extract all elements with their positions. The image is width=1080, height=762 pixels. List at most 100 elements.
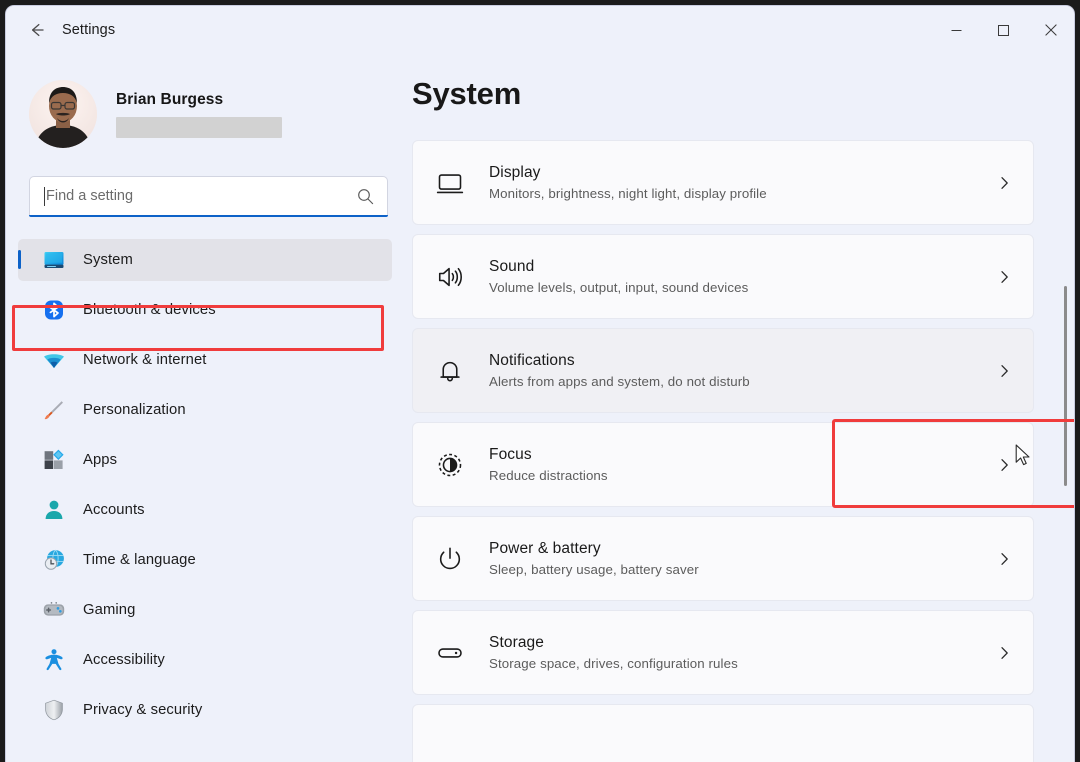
account-text: Brian Burgess: [116, 91, 282, 138]
card-subtitle: Sleep, battery usage, battery saver: [489, 562, 699, 577]
settings-card-partial[interactable]: [412, 704, 1034, 762]
focus-target-icon: [435, 450, 465, 480]
gamepad-icon: [42, 598, 66, 622]
chevron-right-icon[interactable]: [996, 268, 1013, 285]
scrollbar-thumb[interactable]: [1064, 286, 1067, 486]
card-text: Storage Storage space, drives, configurat…: [489, 634, 738, 671]
account-block[interactable]: Brian Burgess: [29, 77, 410, 151]
card-title: Power & battery: [489, 540, 699, 558]
minimize-icon: [951, 25, 962, 36]
settings-card-sound[interactable]: Sound Volume levels, output, input, sound…: [412, 234, 1034, 319]
settings-card-notifications[interactable]: Notifications Alerts from apps and system…: [412, 328, 1034, 413]
apps-grid-icon: [42, 448, 66, 472]
maximize-button[interactable]: [980, 6, 1027, 54]
sidebar-item-label: Accounts: [83, 502, 145, 518]
text-caret: [44, 187, 45, 206]
avatar: [29, 80, 97, 148]
sidebar-item-system[interactable]: System: [18, 239, 392, 281]
sidebar-item-label: Apps: [83, 452, 117, 468]
card-text: Notifications Alerts from apps and system…: [489, 352, 750, 389]
sidebar-item-accounts[interactable]: Accounts: [18, 489, 392, 531]
card-title: Display: [489, 164, 767, 182]
sidebar-item-label: Time & language: [83, 552, 196, 568]
sidebar-item-label: Gaming: [83, 602, 135, 618]
card-subtitle: Storage space, drives, configuration rul…: [489, 656, 738, 671]
main-pane: System Display Monitors, brightness, nigh…: [410, 54, 1074, 762]
paintbrush-icon: [42, 398, 66, 422]
card-title: Focus: [489, 446, 608, 464]
person-icon: [42, 498, 66, 522]
app-title: Settings: [62, 22, 115, 38]
close-button[interactable]: [1027, 6, 1074, 54]
back-arrow-icon: [27, 20, 47, 40]
close-icon: [1045, 24, 1057, 36]
monitor-outline-icon: [435, 168, 465, 198]
drive-icon: [435, 638, 465, 668]
chevron-right-icon[interactable]: [996, 174, 1013, 191]
search-input[interactable]: [46, 188, 336, 204]
chevron-right-icon[interactable]: [996, 644, 1013, 661]
search-box[interactable]: [29, 176, 388, 215]
sidebar-item-time-language[interactable]: Time & language: [18, 539, 392, 581]
active-indicator: [18, 250, 21, 269]
sidebar-item-label: System: [83, 252, 133, 268]
power-icon: [435, 544, 465, 574]
search-focus-underline: [29, 215, 388, 217]
bluetooth-icon: [42, 298, 66, 322]
sidebar-item-accessibility[interactable]: Accessibility: [18, 639, 392, 681]
wifi-icon: [42, 348, 66, 372]
sidebar-item-gaming[interactable]: Gaming: [18, 589, 392, 631]
settings-card-list: Display Monitors, brightness, night light…: [412, 140, 1074, 762]
window-controls: [933, 6, 1074, 54]
account-email-redacted: [116, 117, 282, 138]
accessibility-person-icon: [42, 648, 66, 672]
card-subtitle: Reduce distractions: [489, 468, 608, 483]
sidebar-item-personalization[interactable]: Personalization: [18, 389, 392, 431]
speaker-icon: [435, 262, 465, 292]
scrollbar[interactable]: [1059, 54, 1071, 762]
card-title: Storage: [489, 634, 738, 652]
card-subtitle: Volume levels, output, input, sound devi…: [489, 280, 748, 295]
sidebar-item-label: Network & internet: [83, 352, 207, 368]
card-text: Sound Volume levels, output, input, sound…: [489, 258, 748, 295]
settings-card-power-battery[interactable]: Power & battery Sleep, battery usage, bat…: [412, 516, 1034, 601]
title-bar: Settings: [6, 6, 1074, 54]
sidebar-item-bluetooth-devices[interactable]: Bluetooth & devices: [18, 289, 392, 331]
shield-icon: [42, 698, 66, 722]
card-text: Display Monitors, brightness, night light…: [489, 164, 767, 201]
minimize-button[interactable]: [933, 6, 980, 54]
chevron-right-icon[interactable]: [996, 362, 1013, 379]
card-title: Notifications: [489, 352, 750, 370]
maximize-icon: [998, 25, 1009, 36]
sidebar-item-privacy-security[interactable]: Privacy & security: [18, 689, 392, 731]
bell-icon: [435, 356, 465, 386]
account-name: Brian Burgess: [116, 91, 282, 109]
user-avatar-photo: [29, 80, 97, 148]
card-subtitle: Alerts from apps and system, do not dist…: [489, 374, 750, 389]
settings-window: Settings: [6, 6, 1074, 762]
card-subtitle: Monitors, brightness, night light, displ…: [489, 186, 767, 201]
search-field[interactable]: [29, 176, 388, 217]
card-text: Focus Reduce distractions: [489, 446, 608, 483]
settings-card-storage[interactable]: Storage Storage space, drives, configurat…: [412, 610, 1034, 695]
sidebar-item-network-internet[interactable]: Network & internet: [18, 339, 392, 381]
sidebar-item-label: Personalization: [83, 402, 186, 418]
sidebar-item-label: Bluetooth & devices: [83, 302, 216, 318]
sidebar-item-label: Accessibility: [83, 652, 165, 668]
back-button[interactable]: [20, 15, 54, 45]
search-icon[interactable]: [357, 188, 374, 210]
sidebar-item-apps[interactable]: Apps: [18, 439, 392, 481]
clock-globe-icon: [42, 548, 66, 572]
sidebar-nav: System Bluetooth & devices Network & int…: [6, 239, 410, 731]
card-title: Sound: [489, 258, 748, 276]
chevron-right-icon[interactable]: [996, 550, 1013, 567]
sidebar: Brian Burgess: [6, 54, 410, 762]
settings-card-display[interactable]: Display Monitors, brightness, night light…: [412, 140, 1034, 225]
content-area: Brian Burgess: [6, 54, 1074, 762]
monitor-icon: [42, 248, 66, 272]
settings-card-focus[interactable]: Focus Reduce distractions: [412, 422, 1034, 507]
sidebar-item-label: Privacy & security: [83, 702, 202, 718]
page-title: System: [412, 76, 1074, 112]
card-text: Power & battery Sleep, battery usage, bat…: [489, 540, 699, 577]
chevron-right-icon[interactable]: [996, 456, 1013, 473]
